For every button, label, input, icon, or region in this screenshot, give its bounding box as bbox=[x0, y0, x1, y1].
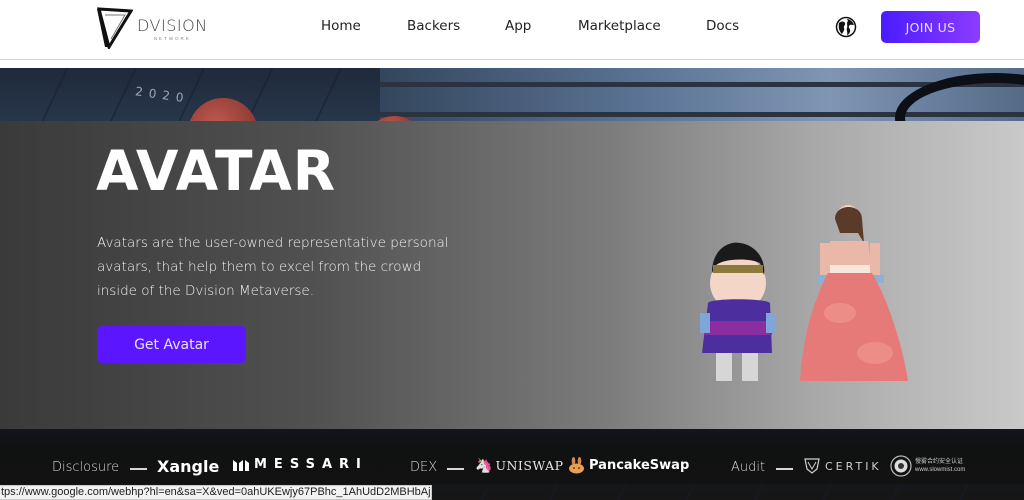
join-us-button[interactable]: JOIN US bbox=[881, 11, 980, 43]
unicorn-icon: 🦄 bbox=[475, 457, 493, 473]
nav-home[interactable]: Home bbox=[321, 18, 361, 34]
dash-divider bbox=[447, 468, 464, 470]
hanbok-avatar bbox=[800, 205, 908, 381]
certik-text: CERTIK bbox=[825, 459, 882, 473]
nav-app[interactable]: App bbox=[505, 18, 531, 34]
globe-icon[interactable] bbox=[835, 16, 857, 38]
partners-label-dex: DEX bbox=[410, 460, 438, 475]
nav-backers[interactable]: Backers bbox=[407, 18, 460, 34]
nav-docs[interactable]: Docs bbox=[706, 18, 739, 34]
bg-year-text: 2020 bbox=[134, 84, 191, 106]
uniswap-text: UNISWAP bbox=[495, 458, 564, 473]
slowmist-logo[interactable]: 慢雾合约安全认证 www.slowmist.com bbox=[890, 455, 973, 477]
child-avatar bbox=[700, 242, 776, 381]
slowmist-badge-icon bbox=[890, 455, 912, 477]
slowmist-text: 慢雾合约安全认证 www.slowmist.com bbox=[915, 459, 966, 473]
certik-shield-icon bbox=[804, 458, 820, 474]
messari-icon bbox=[233, 459, 249, 471]
nav-marketplace[interactable]: Marketplace bbox=[578, 18, 661, 34]
pancakeswap-logo[interactable]: PancakeSwap bbox=[568, 457, 689, 474]
dash-divider bbox=[130, 468, 147, 470]
browser-status-url: tps://www.google.com/webhp?hl=en&sa=X&ve… bbox=[0, 485, 432, 500]
partners-bar: Disclosure Xangle MESSARI DEX 🦄 UNISWAP … bbox=[0, 429, 1024, 484]
hero-title: AVATAR bbox=[96, 139, 337, 203]
pancakeswap-text: PancakeSwap bbox=[589, 458, 690, 473]
bunny-icon bbox=[569, 457, 584, 474]
logo-name: DVISION bbox=[137, 15, 208, 35]
site-header: DVISION NETWORK Home Backers App Marketp… bbox=[0, 0, 1024, 60]
uniswap-logo[interactable]: 🦄 UNISWAP bbox=[475, 457, 564, 474]
get-avatar-button[interactable]: Get Avatar bbox=[97, 326, 246, 363]
xangle-logo[interactable]: Xangle bbox=[157, 457, 219, 476]
dash-divider bbox=[776, 468, 793, 470]
partners-label-audit: Audit bbox=[731, 460, 766, 475]
messari-logo[interactable]: MESSARI bbox=[232, 457, 368, 472]
dvision-logo-icon bbox=[97, 7, 133, 49]
messari-text: MESSARI bbox=[254, 457, 368, 472]
dvision-logo[interactable]: DVISION NETWORK bbox=[97, 6, 209, 50]
logo-subtitle: NETWORK bbox=[153, 35, 191, 41]
avatars-illustration bbox=[700, 205, 908, 381]
hero-description: Avatars are the user-owned representativ… bbox=[97, 235, 449, 299]
certik-logo[interactable]: CERTIK bbox=[803, 457, 882, 475]
partners-label-disclosure: Disclosure bbox=[52, 460, 120, 475]
